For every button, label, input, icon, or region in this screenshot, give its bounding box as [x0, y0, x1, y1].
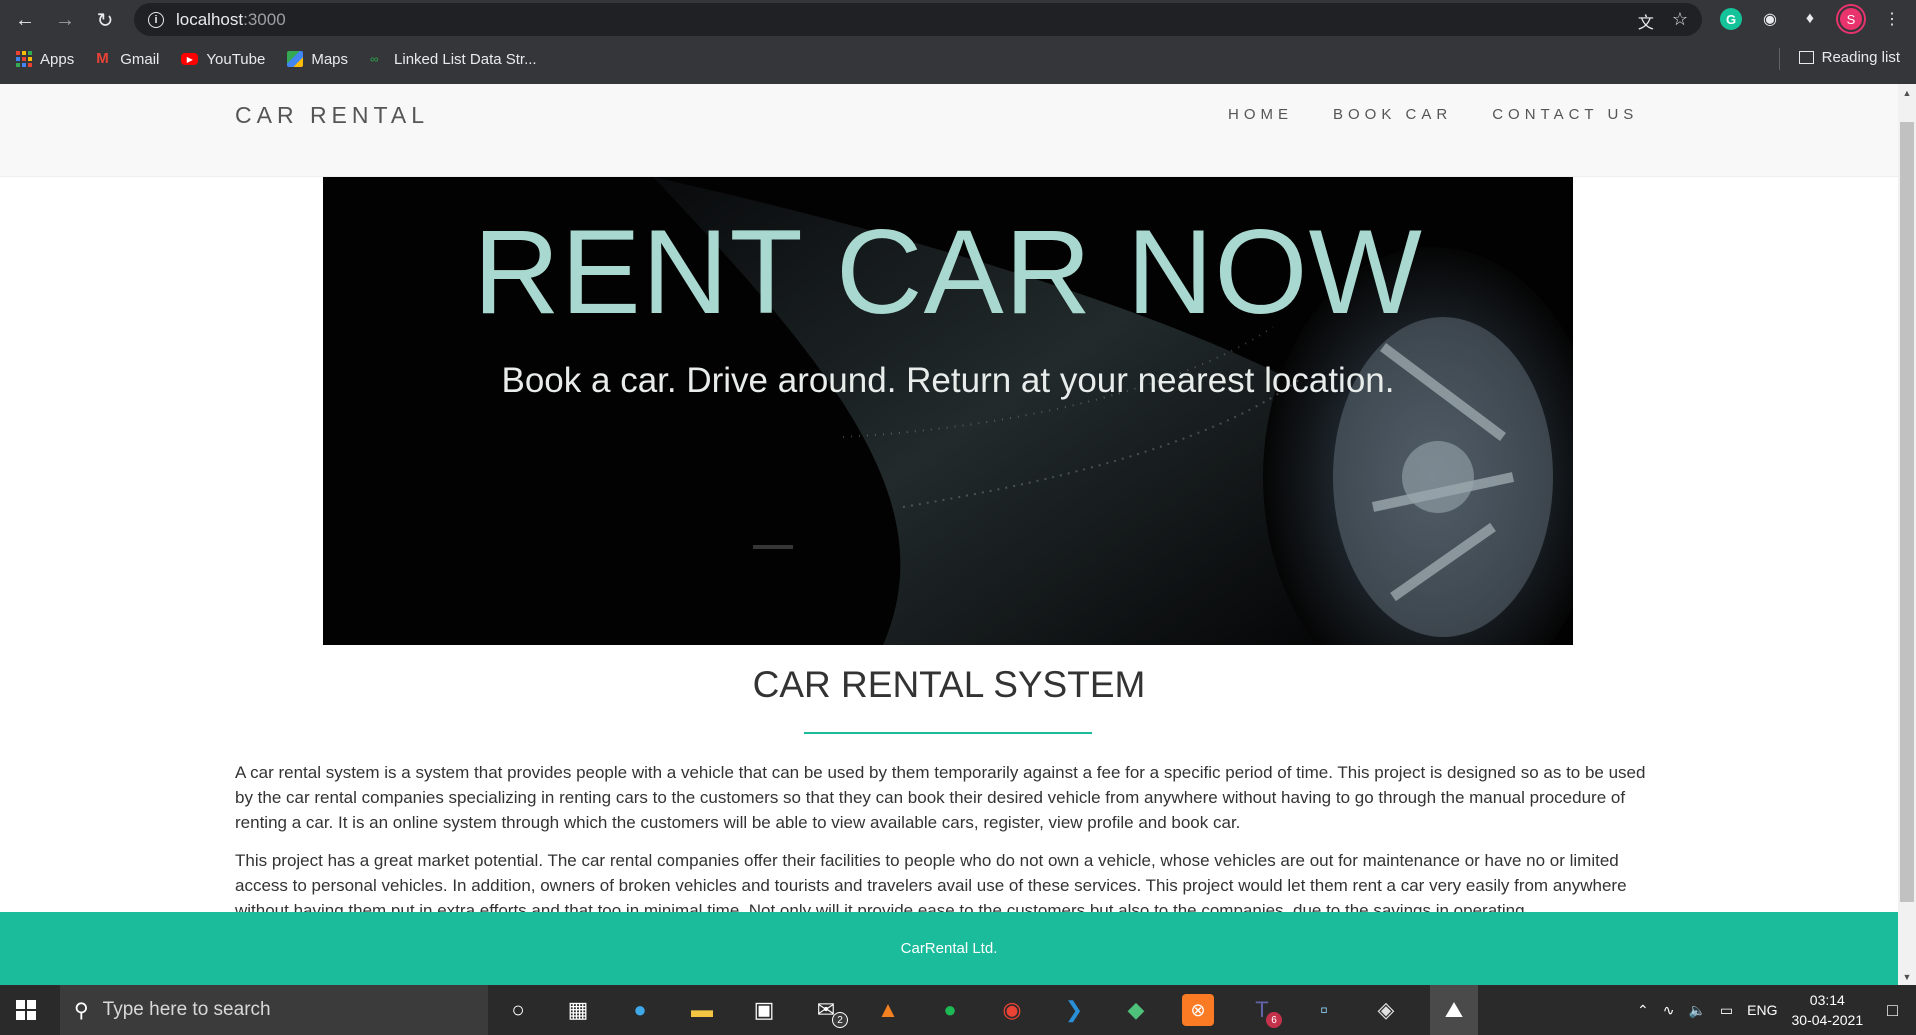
browser-toolbar: ← → ↻ i localhost:3000 文 ☆ G ◉ ♦ S ⋮ App…: [0, 0, 1916, 84]
url-host: localhost: [176, 9, 244, 29]
url-port: :3000: [243, 9, 286, 29]
section-title: CAR RENTAL SYSTEM: [752, 664, 1146, 705]
bookmark-apps[interactable]: Apps: [16, 51, 74, 68]
sourcetree-icon[interactable]: ◆: [1120, 994, 1152, 1026]
bookmark-youtube[interactable]: ▶ YouTube: [181, 51, 265, 68]
bookmarks-bar: Apps M Gmail ▶ YouTube Maps ∞ Linked Lis…: [0, 44, 1916, 74]
nav-contact-us[interactable]: CONTACT US: [1492, 106, 1638, 123]
bookmark-gmail[interactable]: M Gmail: [96, 51, 159, 68]
bookmark-label: Gmail: [120, 50, 160, 68]
bookmark-label: Apps: [40, 50, 75, 68]
reading-list-label: Reading list: [1821, 49, 1900, 66]
footer-text: CarRental Ltd.: [900, 940, 998, 957]
menu-icon[interactable]: ⋮: [1880, 7, 1904, 31]
youtube-icon: ▶: [181, 53, 199, 65]
bookmark-linked-list[interactable]: ∞ Linked List Data Str...: [370, 51, 537, 68]
notepad-icon[interactable]: ▫: [1308, 994, 1340, 1026]
windows-start-icon[interactable]: [16, 1000, 36, 1020]
nav-book-car[interactable]: BOOK CAR: [1333, 106, 1452, 123]
spotify-icon[interactable]: ●: [934, 994, 966, 1026]
intro-paragraph: A car rental system is a system that pro…: [235, 763, 1646, 832]
address-row: ← → ↻ i localhost:3000 文 ☆ G ◉ ♦ S ⋮: [0, 0, 1916, 40]
store-icon[interactable]: ▣: [748, 994, 780, 1026]
search-icon: ⚲: [74, 999, 89, 1022]
maps-icon: [287, 51, 304, 67]
clock-time: 03:14: [1809, 992, 1845, 1008]
teams-icon[interactable]: T 6: [1246, 994, 1282, 1028]
profile-avatar[interactable]: S: [1838, 6, 1864, 32]
file-explorer-icon[interactable]: ▬: [686, 994, 718, 1026]
hero-banner: RENT CAR NOW Book a car. Drive around. R…: [323, 177, 1573, 645]
bookmark-maps[interactable]: Maps: [287, 51, 348, 68]
windows-taskbar: ⚲ Type here to search ○ ▦ ● ▬ ▣ ✉ 2 ▲ ● …: [0, 985, 1916, 1035]
grammarly-icon[interactable]: G: [1720, 8, 1742, 30]
translate-icon[interactable]: 文: [1638, 9, 1654, 33]
bookmark-label: YouTube: [206, 50, 266, 68]
chrome-icon[interactable]: ◉: [996, 994, 1028, 1026]
vlc-icon[interactable]: ▲: [872, 994, 904, 1026]
mail-icon[interactable]: ✉ 2: [810, 994, 848, 1028]
mail-badge: 2: [832, 1012, 848, 1028]
site-header: CAR RENTAL HOME BOOK CAR CONTACT US: [0, 84, 1898, 177]
clock[interactable]: 03:14 30-04-2021: [1792, 990, 1864, 1030]
task-view-icon[interactable]: ▦: [562, 994, 594, 1026]
nav-home[interactable]: HOME: [1228, 106, 1293, 123]
divider: [1779, 48, 1780, 70]
cortana-icon[interactable]: ○: [502, 994, 534, 1026]
volume-icon[interactable]: 🔈: [1688, 1002, 1705, 1019]
taskbar-search[interactable]: ⚲ Type here to search: [60, 985, 488, 1035]
wifi-icon[interactable]: ∿: [1663, 1002, 1675, 1019]
edge-icon[interactable]: ●: [624, 994, 656, 1026]
xampp-icon[interactable]: ⊗: [1182, 994, 1214, 1026]
hero-title: RENT CAR NOW: [473, 205, 1423, 339]
camera-icon[interactable]: ◉: [1758, 7, 1782, 31]
apps-grid-icon: [16, 51, 32, 67]
clock-date: 30-04-2021: [1791, 1012, 1864, 1028]
teams-badge: 6: [1266, 1012, 1282, 1028]
photos-icon[interactable]: ⛰: [1430, 985, 1478, 1035]
info-icon[interactable]: i: [148, 11, 164, 28]
bookmark-label: Maps: [311, 50, 349, 68]
gmail-icon: M: [96, 50, 109, 67]
main-nav: HOME BOOK CAR CONTACT US: [1228, 106, 1638, 123]
scroll-thumb[interactable]: [1900, 122, 1914, 902]
bookmark-label: Linked List Data Str...: [394, 50, 537, 68]
back-icon[interactable]: ←: [12, 7, 38, 33]
language-indicator[interactable]: ENG: [1747, 1002, 1777, 1018]
system-tray: ⌃ ∿ 🔈 ▭ ENG 03:14 30-04-2021 □: [1637, 985, 1916, 1035]
scroll-up-icon[interactable]: ▲: [1902, 88, 1912, 98]
tray-chevron-icon[interactable]: ⌃: [1637, 1002, 1649, 1019]
gfg-icon: ∞: [370, 52, 379, 66]
page-viewport: CAR RENTAL HOME BOOK CAR CONTACT US RENT…: [0, 84, 1898, 985]
notifications-icon[interactable]: □: [1887, 1000, 1898, 1021]
vscode-icon[interactable]: ❯: [1058, 994, 1090, 1026]
paint-icon[interactable]: ◈: [1370, 994, 1402, 1026]
bookmark-star-icon[interactable]: ☆: [1672, 9, 1688, 33]
hero-subtitle: Book a car. Drive around. Return at your…: [501, 361, 1395, 400]
reload-icon[interactable]: ↻: [92, 7, 118, 33]
site-footer: CarRental Ltd.: [0, 912, 1898, 985]
scroll-down-icon[interactable]: ▼: [1902, 972, 1912, 982]
address-bar[interactable]: i localhost:3000 文 ☆: [134, 3, 1702, 36]
search-placeholder: Type here to search: [102, 999, 271, 1020]
reading-list-icon: [1798, 51, 1814, 64]
reading-list-button[interactable]: Reading list: [1798, 49, 1900, 66]
title-underline: [804, 732, 1092, 734]
battery-icon[interactable]: ▭: [1720, 1002, 1733, 1019]
brand-logo[interactable]: CAR RENTAL: [235, 102, 429, 129]
extensions-icon[interactable]: ♦: [1798, 7, 1822, 31]
forward-icon[interactable]: →: [52, 7, 78, 33]
